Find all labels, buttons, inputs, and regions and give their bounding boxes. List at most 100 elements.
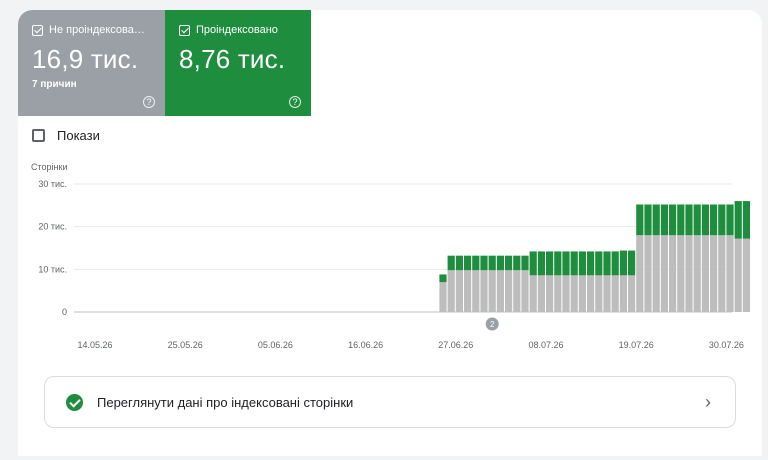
bar-not-indexed (742, 238, 750, 312)
bar-indexed (505, 255, 513, 271)
bar-indexed (447, 255, 455, 271)
x-tick-label: 08.07.26 (528, 340, 563, 350)
bar-not-indexed (554, 275, 562, 312)
view-indexed-pages-label: Переглянути дані про індексовані сторінк… (97, 394, 354, 410)
bar-indexed (652, 204, 660, 236)
bar-not-indexed (677, 235, 685, 312)
bar-indexed (578, 251, 586, 276)
x-tick-label: 27.06.26 (438, 340, 473, 350)
bar-indexed (480, 255, 488, 271)
bar-indexed (472, 255, 480, 271)
bar-not-indexed (480, 270, 488, 312)
bar-not-indexed (488, 270, 496, 312)
bar-not-indexed (734, 238, 742, 312)
bar-not-indexed (537, 275, 545, 312)
bar-indexed (537, 251, 545, 276)
annotation-label: 2 (490, 320, 495, 329)
bar-indexed (718, 204, 726, 236)
y-tick-label: 0 (62, 307, 67, 317)
chevron-right-icon[interactable]: › (705, 392, 711, 413)
bar-not-indexed (496, 270, 504, 312)
bar-not-indexed (578, 275, 586, 312)
indexed-label: Проіндексовано (196, 24, 278, 36)
impressions-toggle[interactable]: Покази (32, 128, 100, 143)
bar-indexed (726, 204, 734, 236)
bar-not-indexed (726, 235, 734, 312)
not-indexed-reasons: 7 причин (32, 79, 77, 90)
bar-indexed (619, 250, 627, 276)
x-tick-label: 14.05.26 (77, 340, 112, 350)
bar-not-indexed (472, 270, 480, 312)
indexed-tile-header: Проіндексовано (179, 24, 311, 36)
bar-not-indexed (636, 235, 644, 312)
bar-indexed (529, 251, 537, 276)
y-tick-label: 10 тис. (38, 264, 67, 274)
bar-not-indexed (685, 235, 693, 312)
y-axis-label: Сторінки (31, 162, 67, 172)
bar-indexed (660, 204, 668, 236)
bar-not-indexed (447, 270, 455, 312)
bar-indexed (570, 251, 578, 276)
bar-indexed (611, 251, 619, 276)
bar-not-indexed (652, 235, 660, 312)
bar-indexed (734, 201, 742, 239)
bar-not-indexed (529, 275, 537, 312)
not-indexed-label: Не проіндексова… (49, 24, 145, 36)
bar-not-indexed (464, 270, 472, 312)
bar-indexed (628, 250, 636, 276)
bar-not-indexed (546, 275, 554, 312)
check-circle-icon (66, 393, 83, 411)
view-indexed-pages-link[interactable]: Переглянути дані про індексовані сторінк… (44, 376, 736, 428)
x-tick-label: 05.06.26 (258, 340, 293, 350)
bar-indexed (644, 204, 652, 236)
help-icon[interactable]: ? (289, 96, 301, 108)
bar-not-indexed (619, 275, 627, 312)
bar-indexed (554, 251, 562, 276)
bar-not-indexed (644, 235, 652, 312)
bar-indexed (669, 204, 677, 236)
bar-indexed (562, 251, 570, 276)
bar-indexed (513, 255, 521, 271)
bar-indexed (701, 204, 709, 236)
indexing-bar-chart: Сторінки 0 10 тис. 20 тис. 30 тис. 14.05.26 25… (31, 162, 750, 350)
bar-indexed (496, 255, 504, 271)
bar-not-indexed (660, 235, 668, 312)
bar-not-indexed (439, 282, 447, 312)
bar-indexed (546, 251, 554, 276)
bar-indexed (693, 204, 701, 236)
help-icon[interactable]: ? (143, 96, 155, 108)
not-indexed-tile[interactable]: Не проіндексова… 16,9 тис. 7 причин ? (18, 10, 165, 116)
bar-not-indexed (595, 275, 603, 312)
bar-not-indexed (513, 270, 521, 312)
bar-indexed (742, 201, 750, 239)
bar-not-indexed (505, 270, 513, 312)
bar-indexed (636, 204, 644, 236)
page-indexing-card: Не проіндексова… 16,9 тис. 7 причин ? Пр… (18, 10, 762, 456)
bar-indexed (521, 255, 529, 271)
bar-indexed (603, 251, 611, 276)
impressions-label: Покази (57, 128, 100, 143)
bar-indexed (710, 204, 718, 236)
bar-not-indexed (701, 235, 709, 312)
bar-not-indexed (562, 275, 570, 312)
indexed-value: 8,76 тис. (179, 44, 286, 74)
bar-not-indexed (611, 275, 619, 312)
checkbox-unchecked-icon[interactable] (32, 129, 45, 142)
bar-not-indexed (603, 275, 611, 312)
bar-not-indexed (693, 235, 701, 312)
checkbox-checked-icon[interactable] (32, 24, 43, 36)
bar-not-indexed (455, 270, 463, 312)
not-indexed-tile-header: Не проіндексова… (32, 24, 165, 36)
bar-indexed (587, 251, 595, 276)
x-tick-label: 30.07.26 (709, 340, 744, 350)
checkbox-checked-icon[interactable] (179, 24, 190, 36)
indexed-tile[interactable]: Проіндексовано 8,76 тис. ? (165, 10, 311, 116)
x-tick-label: 19.07.26 (619, 340, 654, 350)
bar-indexed (685, 204, 693, 236)
bar-not-indexed (669, 235, 677, 312)
bar-not-indexed (718, 235, 726, 312)
bar-indexed (488, 255, 496, 271)
bar-indexed (455, 255, 463, 271)
bar-indexed (464, 255, 472, 271)
not-indexed-value: 16,9 тис. (32, 44, 139, 74)
